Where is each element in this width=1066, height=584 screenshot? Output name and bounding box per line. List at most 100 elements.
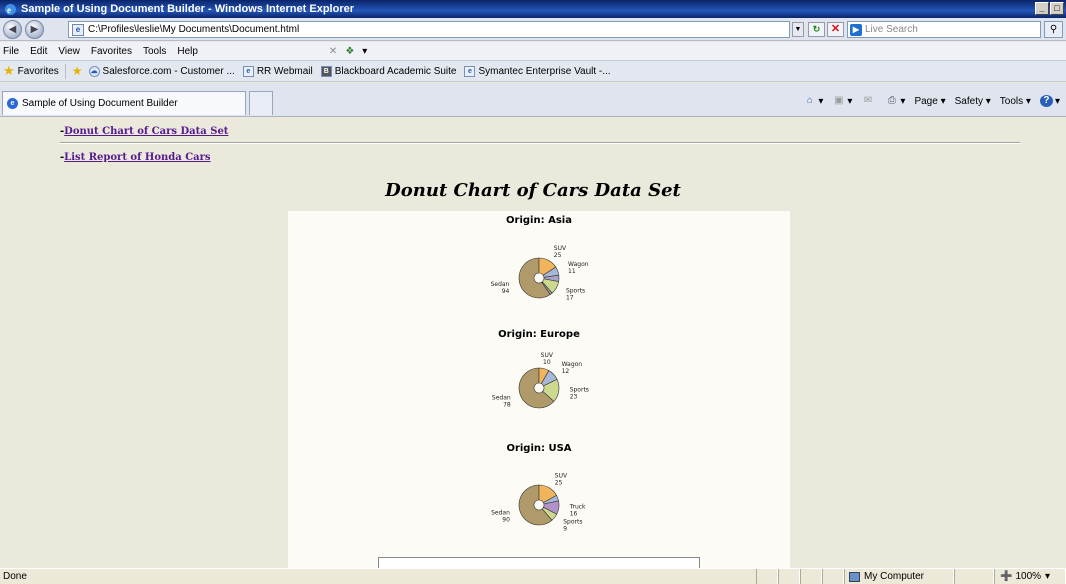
favorite-rr-webmail[interactable]: e RR Webmail xyxy=(242,65,313,77)
slice-label: Sports xyxy=(563,518,582,525)
zoom-level: 100% xyxy=(1015,571,1042,582)
tab-label: Sample of Using Document Builder xyxy=(22,98,178,109)
favorites-bar: ★ Favorites ★ ☁ Salesforce.com - Custome… xyxy=(0,60,1066,82)
favorites-button[interactable]: Favorites xyxy=(18,66,59,77)
forward-button[interactable]: ▶ xyxy=(25,19,44,39)
zone-label: My Computer xyxy=(864,571,925,582)
command-bar: ⌂ ▾ ▣ ▾ ✉ ⎙ ▾ Page ▾ Safety ▾ Tools ▾ ? ▾ xyxy=(794,95,1060,107)
status-cell xyxy=(822,569,844,584)
slice-label: Wagon xyxy=(562,361,583,368)
link-donut-chart-label: Donut Chart of Cars Data Set xyxy=(64,126,229,137)
favorite-blackboard[interactable]: B Blackboard Academic Suite xyxy=(320,65,456,77)
menu-file[interactable]: File xyxy=(3,46,19,57)
minimize-button[interactable]: _ xyxy=(1035,2,1049,15)
stop-icon: ✕ xyxy=(830,23,841,35)
status-cell xyxy=(800,569,822,584)
vertical-scrollbar[interactable] xyxy=(1049,118,1066,568)
page-menu-label: Page xyxy=(914,95,938,107)
status-bar: Done My Computer ➕ 100% ▾ xyxy=(0,568,1066,584)
slice-value: 9 xyxy=(563,525,567,532)
home-button[interactable]: ⌂ ▾ xyxy=(803,95,824,107)
chart-panel: Origin: Asia Sedan 94 SUV 25 Wagon 11 Sports 17 O… xyxy=(288,211,790,568)
slice-value: 16 xyxy=(570,510,578,517)
live-search-icon: ▶ xyxy=(850,23,862,36)
address-field[interactable]: e C:\Profiles\leslie\My Documents\Docume… xyxy=(68,21,790,38)
address-toolbar: ◀ ▶ e C:\Profiles\leslie\My Documents\Do… xyxy=(0,18,1066,41)
refresh-icon: ↻ xyxy=(812,24,821,34)
back-arrow-icon: ◀ xyxy=(8,23,17,35)
safety-menu[interactable]: Safety ▾ xyxy=(955,96,991,107)
favorite-symantec[interactable]: e Symantec Enterprise Vault -... xyxy=(464,65,611,77)
slice-label: SUV xyxy=(555,472,568,479)
print-button[interactable]: ⎙ ▾ xyxy=(885,95,906,107)
horizontal-rule xyxy=(60,142,1020,144)
slice-label: Sports xyxy=(566,287,585,294)
new-tab-button[interactable] xyxy=(249,91,273,115)
page-content: -Donut Chart of Cars Data Set -List Repo… xyxy=(0,118,1066,568)
protected-mode-indicator[interactable] xyxy=(954,569,994,584)
chart-legend xyxy=(378,557,700,568)
back-button[interactable]: ◀ xyxy=(3,19,22,39)
slice-label: Sedan xyxy=(491,281,510,288)
tools-menu-label: Tools xyxy=(999,95,1024,107)
slice-label: Sedan xyxy=(492,395,511,402)
favorite-label: Symantec Enterprise Vault -... xyxy=(478,65,611,77)
menu-help[interactable]: Help xyxy=(177,46,198,57)
chart-title: Origin: Europe xyxy=(498,329,580,340)
search-button[interactable]: ⚲ xyxy=(1044,21,1063,38)
refresh-button[interactable]: ↻ xyxy=(808,22,825,37)
close-addon-icon[interactable]: ✕ xyxy=(329,46,337,57)
slice-label: SUV xyxy=(541,352,554,359)
slice-label: Wagon xyxy=(568,261,589,268)
ie-tab-icon: e xyxy=(7,98,18,109)
favorite-salesforce[interactable]: ☁ Salesforce.com - Customer ... xyxy=(88,65,235,77)
status-cell xyxy=(756,569,778,584)
link-donut-chart[interactable]: -Donut Chart of Cars Data Set xyxy=(60,126,228,137)
slice-label: Sedan xyxy=(491,510,510,517)
slice-value: 78 xyxy=(503,402,511,409)
tab-bar: e Sample of Using Document Builder ⌂ ▾ ▣ ▾… xyxy=(0,83,1066,117)
page-title: Donut Chart of Cars Data Set xyxy=(385,180,681,201)
slice-value: 23 xyxy=(570,393,578,400)
favorite-label: RR Webmail xyxy=(256,65,313,77)
home-icon: ⌂ xyxy=(806,95,813,106)
donut-charts-svg: Origin: AsiaSedan94SUV25Wagon11Sports17O… xyxy=(491,215,589,532)
menu-favorites[interactable]: Favorites xyxy=(91,46,132,57)
slice-value: 25 xyxy=(555,479,563,486)
addon-icon[interactable]: ❖ xyxy=(345,46,354,57)
zoom-control[interactable]: ➕ 100% ▾ xyxy=(994,569,1066,584)
search-input[interactable]: ▶ Live Search xyxy=(847,21,1041,38)
ie-logo-icon: e xyxy=(5,3,16,15)
window-title-bar: e Sample of Using Document Builder - Win… xyxy=(0,0,1066,18)
feeds-icon: ▣ xyxy=(834,95,844,106)
stop-button[interactable]: ✕ xyxy=(827,22,844,37)
tools-menu[interactable]: Tools ▾ xyxy=(1000,96,1031,107)
page-menu[interactable]: Page ▾ xyxy=(914,96,945,107)
help-button[interactable]: ? ▾ xyxy=(1039,95,1060,107)
printer-icon: ⎙ xyxy=(887,95,896,106)
menu-view[interactable]: View xyxy=(58,46,80,57)
mail-button[interactable]: ✉ xyxy=(861,95,876,107)
add-favorite-icon[interactable]: ★ xyxy=(72,64,83,78)
slice-value: 90 xyxy=(502,517,510,524)
feeds-button[interactable]: ▣ ▾ xyxy=(832,95,852,107)
ie-page-icon: e xyxy=(464,65,476,77)
magnifier-icon: ⚲ xyxy=(1049,24,1058,35)
slice-value: 17 xyxy=(566,294,574,301)
help-icon: ? xyxy=(1039,95,1053,107)
favorite-label: Salesforce.com - Customer ... xyxy=(102,65,235,77)
slice-value: 10 xyxy=(543,359,551,366)
addon-dropdown-icon[interactable]: ▾ xyxy=(362,46,367,57)
maximize-button[interactable]: □ xyxy=(1050,2,1064,15)
slice-label: Truck xyxy=(569,503,586,510)
menu-edit[interactable]: Edit xyxy=(30,46,47,57)
favorites-star-icon: ★ xyxy=(3,63,15,78)
menu-tools[interactable]: Tools xyxy=(143,46,166,57)
cloud-icon: ☁ xyxy=(88,65,100,77)
address-dropdown-button[interactable]: ▼ xyxy=(792,22,804,37)
security-zone[interactable]: My Computer xyxy=(844,569,954,584)
address-url: C:\Profiles\leslie\My Documents\Document… xyxy=(88,24,300,35)
tab-document-builder[interactable]: e Sample of Using Document Builder xyxy=(2,91,246,115)
link-honda-report[interactable]: -List Report of Honda Cars xyxy=(60,152,211,163)
slice-label: Sports xyxy=(570,386,589,393)
